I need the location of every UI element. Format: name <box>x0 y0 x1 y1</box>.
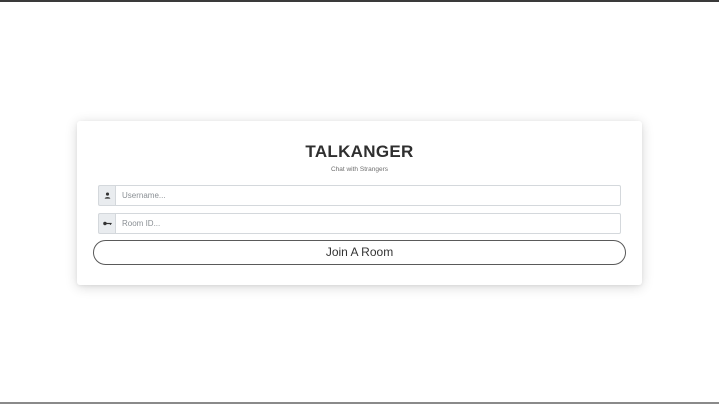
app-subtitle: Chat with Strangers <box>330 166 389 173</box>
user-icon <box>98 185 115 206</box>
room-id-input[interactable] <box>115 213 621 234</box>
key-icon <box>98 213 115 234</box>
app-title: TALKANGER <box>305 142 414 161</box>
window-top-border <box>0 0 719 2</box>
room-id-input-group <box>98 213 621 234</box>
username-input-group <box>98 185 621 206</box>
join-room-card: TALKANGER Chat with Strangers Join A Roo… <box>77 121 642 285</box>
join-room-button[interactable]: Join A Room <box>93 240 626 265</box>
username-input[interactable] <box>115 185 621 206</box>
